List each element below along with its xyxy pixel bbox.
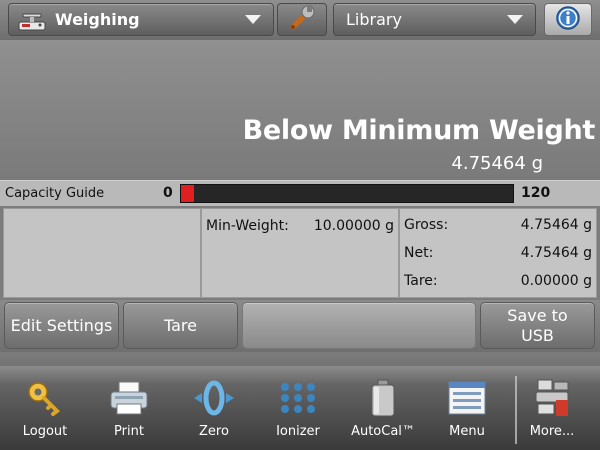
autocal-button[interactable]: AutoCal™	[345, 374, 421, 446]
autocal-label: AutoCal™	[351, 424, 415, 439]
min-weight-panel: Min-Weight: 10.00000 g	[201, 208, 399, 298]
save-to-usb-line1: Save to	[507, 305, 568, 325]
info-panels: Min-Weight: 10.00000 g Gross: 4.75464 g …	[3, 208, 597, 298]
printer-icon	[107, 378, 151, 418]
min-weight-label: Min-Weight:	[206, 218, 289, 234]
weight-display: Below Minimum Weight 4.75464 g	[0, 40, 600, 180]
more-label: More...	[529, 424, 575, 439]
application-dropdown[interactable]: Weighing	[8, 3, 274, 36]
print-button[interactable]: Print	[91, 374, 167, 446]
application-label: Weighing	[55, 10, 140, 29]
settings-button[interactable]	[277, 3, 327, 36]
gross-value: 4.75464 g	[520, 217, 592, 233]
bottom-toolbar: Logout Print Zero Ionizer AutoCal™ Menu …	[0, 356, 600, 450]
empty-slot	[242, 302, 476, 349]
weight-reading: 4.75464 g	[451, 153, 543, 174]
ionizer-button[interactable]: Ionizer	[260, 374, 336, 446]
weights-panel: Gross: 4.75464 g Net: 4.75464 g Tare: 0.…	[399, 208, 597, 298]
empty-panel	[3, 208, 201, 298]
info-button[interactable]	[544, 3, 592, 36]
tare-value: 0.00000 g	[520, 273, 592, 289]
wrench-icon	[287, 4, 317, 35]
save-to-usb-button[interactable]: Save to USB	[480, 302, 595, 349]
more-button[interactable]: More...	[514, 374, 590, 446]
chevron-down-icon	[245, 15, 261, 24]
save-to-usb-line2: USB	[521, 325, 554, 345]
action-bar: Edit Settings Tare Save to USB	[0, 300, 600, 352]
tare-row: Tare: 0.00000 g	[404, 273, 592, 295]
gross-row: Gross: 4.75464 g	[404, 217, 592, 239]
capacity-max: 120	[521, 185, 551, 201]
menu-list-icon	[445, 378, 489, 418]
menu-label: Menu	[449, 424, 485, 439]
top-bar: Weighing Library	[0, 0, 600, 40]
edit-settings-button[interactable]: Edit Settings	[4, 302, 119, 349]
library-label: Library	[346, 10, 402, 29]
more-apps-icon	[530, 378, 574, 418]
net-row: Net: 4.75464 g	[404, 245, 592, 267]
ionizer-label: Ionizer	[276, 424, 320, 439]
scale-icon	[17, 8, 47, 32]
gross-label: Gross:	[404, 217, 449, 233]
capacity-guide: Capacity Guide 0 120	[0, 180, 600, 206]
net-label: Net:	[404, 245, 434, 261]
save-to-usb-label: Save to USB	[507, 306, 567, 346]
capacity-bar-fill	[181, 185, 195, 202]
key-icon	[23, 378, 67, 418]
ionizer-icon	[276, 378, 320, 418]
chevron-down-icon	[507, 15, 523, 24]
status-message: Below Minimum Weight	[242, 115, 596, 146]
zero-button[interactable]: Zero	[176, 374, 252, 446]
net-value: 4.75464 g	[520, 245, 592, 261]
capacity-bar	[180, 184, 514, 203]
tare-label: Tare:	[404, 273, 438, 289]
library-dropdown[interactable]: Library	[333, 3, 536, 36]
capacity-label: Capacity Guide	[5, 186, 105, 201]
capacity-min: 0	[163, 185, 173, 201]
zero-icon	[192, 378, 236, 418]
logout-label: Logout	[22, 424, 68, 439]
min-weight-value: 10.00000 g	[313, 218, 394, 234]
menu-button[interactable]: Menu	[429, 374, 505, 446]
logout-button[interactable]: Logout	[7, 374, 83, 446]
zero-label: Zero	[199, 424, 229, 439]
info-icon	[555, 5, 581, 35]
tare-button[interactable]: Tare	[123, 302, 238, 349]
print-label: Print	[114, 424, 144, 439]
calibration-weight-icon	[361, 378, 405, 418]
